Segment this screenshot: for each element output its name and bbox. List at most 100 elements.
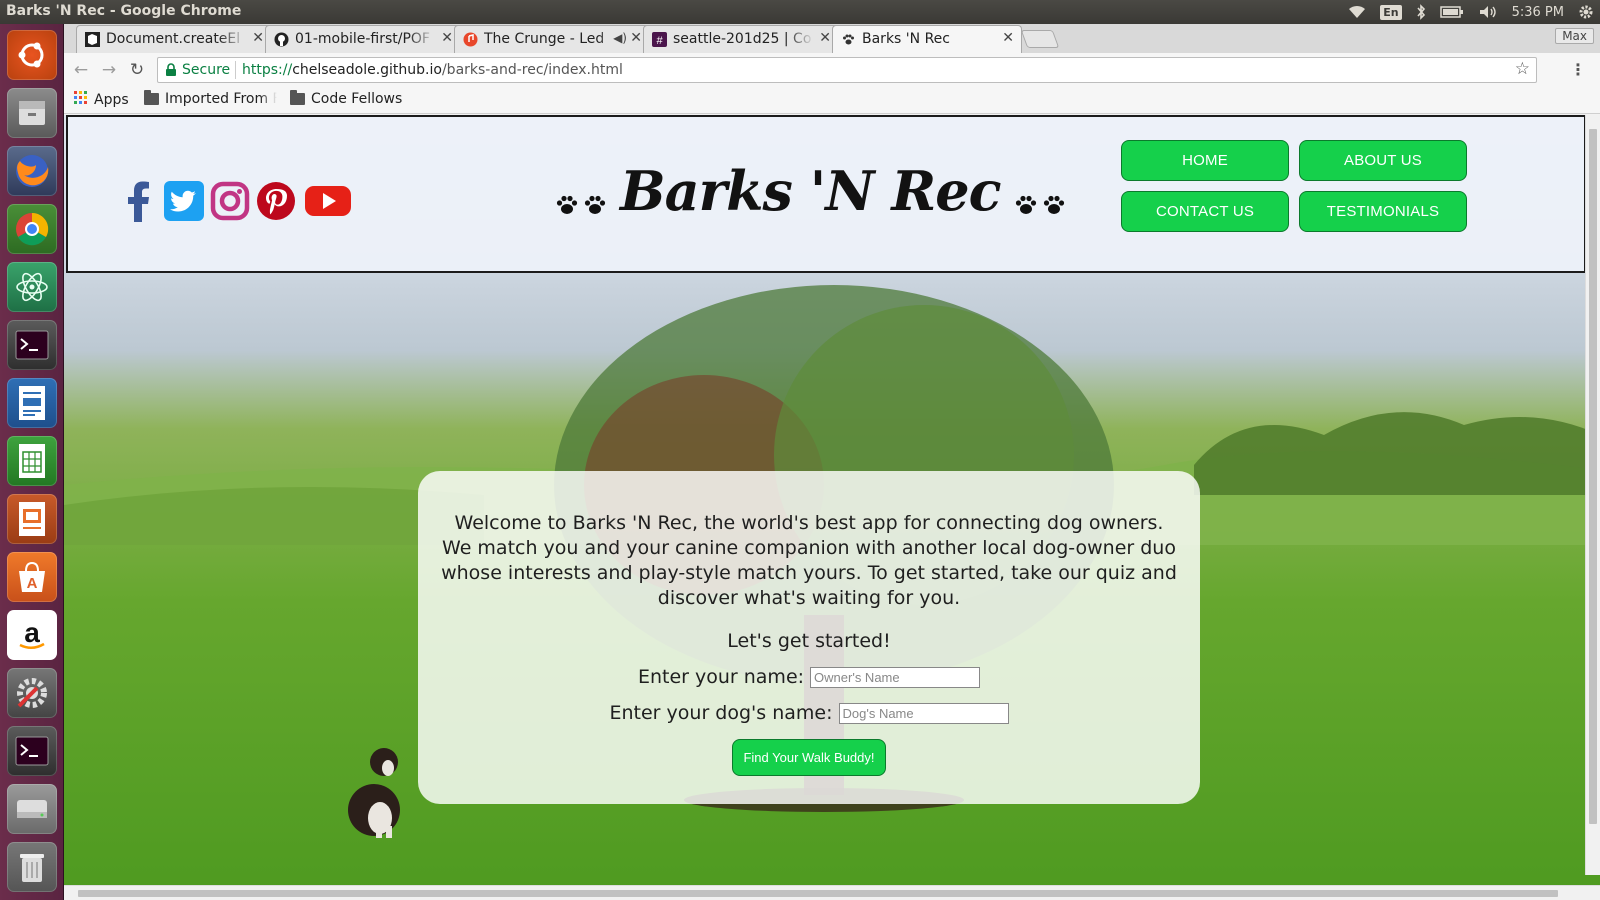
tab-strip: Document.createEl ✕ 01-mobile-first/POF … <box>64 24 1600 53</box>
tab-label: seattle-201d25 | Co <box>673 31 812 47</box>
close-icon[interactable]: ✕ <box>252 30 264 46</box>
youtube-icon[interactable] <box>302 181 354 221</box>
code-fellows-icon <box>85 32 100 47</box>
get-started-text: Let's get started! <box>727 630 891 652</box>
bookmark-label: Apps <box>94 92 129 108</box>
menu-dots-icon[interactable]: ⋮ <box>1570 60 1586 79</box>
settings-gear-icon[interactable] <box>1578 4 1594 20</box>
secure-label: Secure <box>182 62 231 78</box>
reload-icon[interactable]: ↻ <box>126 59 148 81</box>
forward-arrow-icon[interactable]: → <box>98 59 120 81</box>
close-icon[interactable]: ✕ <box>441 30 453 46</box>
browser-toolbar: ← → ↻ Secure https://chelseadole.github.… <box>64 53 1600 87</box>
social-links <box>118 181 354 222</box>
dog-name-row: Enter your dog's name: <box>418 702 1200 724</box>
address-bar[interactable]: Secure https://chelseadole.github.io/bar… <box>157 57 1537 83</box>
calc-icon[interactable] <box>7 436 57 486</box>
software-center-icon[interactable]: A <box>7 552 57 602</box>
bookmark-label: Imported From F <box>165 91 277 107</box>
owner-name-row: Enter your name: <box>418 666 1200 688</box>
nav-about-us-button[interactable]: ABOUT US <box>1299 140 1467 181</box>
amazon-icon[interactable]: a <box>7 610 57 660</box>
files-icon[interactable] <box>7 88 57 138</box>
tab-label: 01-mobile-first/POF <box>295 31 430 47</box>
ubuntu-dash-icon[interactable] <box>7 30 57 80</box>
close-icon[interactable]: ✕ <box>1002 30 1014 46</box>
scrollbar-thumb[interactable] <box>78 890 1558 897</box>
lock-icon <box>165 63 177 81</box>
tab-label: The Crunge - Led <box>484 31 605 47</box>
firefox-icon[interactable] <box>7 146 57 196</box>
twitter-icon[interactable] <box>164 181 204 221</box>
new-tab-button[interactable] <box>1020 30 1060 48</box>
owner-name-input[interactable] <box>810 666 981 688</box>
bluetooth-icon[interactable] <box>1416 4 1426 20</box>
folder-icon <box>144 90 159 105</box>
tab-document-createelement[interactable]: Document.createEl ✕ <box>76 25 272 53</box>
nav-testimonials-button[interactable]: TESTIMONIALS <box>1299 191 1467 232</box>
site-title[interactable]: Barks 'N Rec <box>620 159 1002 223</box>
dog-name-label: Enter your dog's name: <box>609 702 833 724</box>
atom-icon[interactable] <box>7 262 57 312</box>
scrollbar-thumb[interactable] <box>1589 129 1597 824</box>
dog-name-input[interactable] <box>838 702 1009 724</box>
tab-the-crunge[interactable]: The Crunge - Led ◀︎) ✕ <box>454 25 650 53</box>
system-settings-icon[interactable] <box>7 668 57 718</box>
slack-icon: # <box>652 32 667 47</box>
facebook-icon[interactable] <box>118 181 158 222</box>
tab-label: Document.createEl <box>106 31 241 47</box>
vertical-scrollbar[interactable] <box>1585 115 1600 875</box>
main-nav: HOME ABOUT US CONTACT US TESTIMONIALS <box>1121 140 1471 232</box>
nav-home-button[interactable]: HOME <box>1121 140 1289 181</box>
brand: Barks 'N Rec <box>556 159 1065 223</box>
owner-name-label: Enter your name: <box>637 666 805 688</box>
top-panel: Barks 'N Rec - Google Chrome En 5:36 PM <box>0 0 1600 24</box>
trash-icon[interactable] <box>7 842 57 892</box>
bookmark-star-icon[interactable]: ☆ <box>1515 59 1530 79</box>
welcome-card: Welcome to Barks 'N Rec, the world's bes… <box>418 471 1200 804</box>
dog-illustration <box>348 748 400 838</box>
tab-barks-n-rec[interactable]: Barks 'N Rec ✕ <box>832 25 1022 53</box>
svg-text:a: a <box>24 617 40 648</box>
volume-icon[interactable] <box>1478 4 1498 20</box>
audio-icon <box>463 32 478 47</box>
paw-prints-left-icon <box>556 195 606 215</box>
chrome-window: Document.createEl ✕ 01-mobile-first/POF … <box>64 24 1600 900</box>
tab-slack-seattle[interactable]: # seattle-201d25 | Co ✕ <box>643 25 839 53</box>
horizontal-scrollbar[interactable] <box>64 885 1600 900</box>
back-arrow-icon[interactable]: ← <box>70 59 92 81</box>
divider <box>235 61 236 79</box>
speaker-icon[interactable]: ◀︎) <box>613 31 627 45</box>
writer-icon[interactable] <box>7 378 57 428</box>
unity-launcher: A a <box>0 24 64 900</box>
terminal-icon[interactable] <box>7 320 57 370</box>
paw-prints-right-icon <box>1015 195 1065 215</box>
wifi-icon[interactable] <box>1348 5 1366 19</box>
close-icon[interactable]: ✕ <box>819 30 831 46</box>
bookmark-folder-code-fellows[interactable]: Code Fellows <box>290 90 402 107</box>
bookmarks-bar: Apps Imported From F Code Fellows <box>64 87 1600 114</box>
keyboard-layout-indicator[interactable]: En <box>1380 4 1402 20</box>
site-header: Barks 'N Rec HOME ABOUT US CONTACT US TE… <box>66 115 1586 273</box>
url-text[interactable]: https://chelseadole.github.io/barks-and-… <box>242 62 623 78</box>
disk-icon[interactable] <box>7 784 57 834</box>
instagram-icon[interactable] <box>210 181 250 221</box>
apps-grid-icon <box>74 91 88 109</box>
chrome-icon[interactable] <box>7 204 57 254</box>
clock[interactable]: 5:36 PM <box>1512 5 1564 20</box>
battery-icon[interactable] <box>1439 5 1464 19</box>
find-walk-buddy-button[interactable]: Find Your Walk Buddy! <box>732 739 886 776</box>
bookmark-apps[interactable]: Apps <box>74 91 129 109</box>
close-icon[interactable]: ✕ <box>630 30 642 46</box>
terminal-2-icon[interactable] <box>7 726 57 776</box>
bookmark-folder-imported[interactable]: Imported From F <box>144 90 277 107</box>
paw-icon <box>841 32 856 47</box>
tab-github-mobile-first[interactable]: 01-mobile-first/POF ✕ <box>265 25 461 53</box>
nav-contact-us-button[interactable]: CONTACT US <box>1121 191 1289 232</box>
svg-text:#: # <box>656 35 663 47</box>
pinterest-icon[interactable] <box>256 181 296 221</box>
maximize-button[interactable]: Max <box>1555 28 1594 44</box>
tab-label: Barks 'N Rec <box>862 31 950 47</box>
impress-icon[interactable] <box>7 494 57 544</box>
window-title: Barks 'N Rec - Google Chrome <box>6 3 242 19</box>
